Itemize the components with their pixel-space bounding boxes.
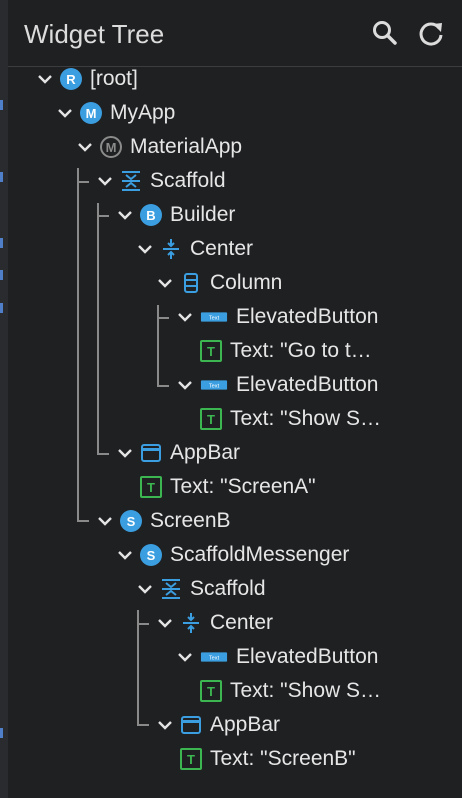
tree-guide-line — [77, 520, 89, 522]
widget-badge-icon: R — [60, 68, 82, 90]
center-icon — [180, 612, 202, 634]
chevron-down-icon[interactable] — [96, 172, 114, 190]
button-icon: Text — [200, 306, 228, 328]
text-widget-icon: T — [200, 340, 222, 362]
scaffold-icon — [160, 578, 182, 600]
chevron-down-icon[interactable] — [176, 648, 194, 666]
widget-badge-icon: S — [140, 544, 162, 566]
text-widget-icon: T — [200, 408, 222, 430]
tree-node-label: AppBar — [170, 441, 241, 464]
tree-guide-line — [77, 181, 89, 183]
tree-node-label: Builder — [170, 203, 236, 226]
tree-node-label: Text: "Show S… — [230, 679, 382, 702]
tree-node[interactable]: Text ElevatedButton — [176, 300, 378, 334]
tree-node-label: Scaffold — [150, 169, 226, 192]
tree-guide-line — [77, 168, 79, 520]
button-icon: Text — [200, 374, 228, 396]
chevron-down-icon[interactable] — [76, 138, 94, 156]
tree-node[interactable]: T Text: "Show S… — [200, 402, 381, 436]
text-widget-icon: T — [200, 680, 222, 702]
svg-text:Text: Text — [209, 383, 220, 389]
tree-guide-line — [97, 203, 99, 453]
tree-node[interactable]: Scaffold — [96, 164, 226, 198]
tree-node[interactable]: Center — [136, 232, 253, 266]
widget-badge-icon: B — [140, 204, 162, 226]
appbar-icon — [140, 442, 162, 464]
chevron-down-icon[interactable] — [56, 104, 74, 122]
chevron-down-icon[interactable] — [36, 70, 54, 88]
widget-badge-icon: M — [80, 102, 102, 124]
tree-node[interactable]: T Text: "ScreenB" — [180, 742, 356, 776]
appbar-icon — [180, 714, 202, 736]
tree-node-label: MyApp — [110, 101, 176, 124]
tree-node-label: Center — [210, 611, 274, 634]
scaffold-icon — [120, 170, 142, 192]
chevron-down-icon[interactable] — [96, 512, 114, 530]
chevron-down-icon[interactable] — [136, 240, 154, 258]
tree-node-label: Text: "Go to t… — [230, 339, 372, 362]
chevron-down-icon[interactable] — [116, 444, 134, 462]
tree-guide-line — [157, 317, 169, 319]
tree-guide-line — [137, 623, 149, 625]
text-widget-icon: T — [140, 476, 162, 498]
chevron-down-icon[interactable] — [176, 308, 194, 326]
tree-node[interactable]: R [root] — [36, 62, 138, 96]
tree-node-label: ElevatedButton — [236, 305, 379, 328]
tree-node[interactable]: AppBar — [156, 708, 280, 742]
chevron-down-icon[interactable] — [156, 274, 174, 292]
tree-node-label: Text: "ScreenB" — [210, 747, 356, 770]
tree-node-label: MaterialApp — [130, 135, 243, 158]
tree-node-label: Column — [210, 271, 283, 294]
chevron-down-icon[interactable] — [116, 546, 134, 564]
widget-badge-icon: M — [100, 136, 122, 158]
tree-guide-line — [97, 453, 109, 455]
tree-node[interactable]: Scaffold — [136, 572, 266, 606]
tree-node[interactable]: Text ElevatedButton — [176, 640, 378, 674]
tree-node[interactable]: AppBar — [116, 436, 240, 470]
widget-tree: R [root] M MyApp M MaterialApp Scaffold B Builde… — [0, 0, 462, 798]
tree-node[interactable]: Text ElevatedButton — [176, 368, 378, 402]
tree-node-label: Text: "Show S… — [230, 407, 382, 430]
button-icon: Text — [200, 646, 228, 668]
widget-badge-icon: S — [120, 510, 142, 532]
tree-guide-line — [137, 724, 149, 726]
column-icon — [180, 272, 202, 294]
text-widget-icon: T — [180, 748, 202, 770]
tree-node[interactable]: Column — [156, 266, 282, 300]
tree-node[interactable]: T Text: "Show S… — [200, 674, 381, 708]
tree-node-label: Text: "ScreenA" — [170, 475, 316, 498]
chevron-down-icon[interactable] — [176, 376, 194, 394]
chevron-down-icon[interactable] — [116, 206, 134, 224]
tree-node-label: Scaffold — [190, 577, 266, 600]
tree-guide-line — [137, 610, 139, 724]
tree-node[interactable]: Center — [156, 606, 273, 640]
tree-node[interactable]: B Builder — [116, 198, 235, 232]
svg-text:Text: Text — [209, 315, 220, 321]
tree-node-label: AppBar — [210, 713, 281, 736]
tree-node[interactable]: M MyApp — [56, 96, 175, 130]
tree-guide-line — [97, 215, 109, 217]
tree-node-label: [root] — [90, 67, 138, 90]
tree-node-label: ElevatedButton — [236, 373, 379, 396]
tree-node-label: ElevatedButton — [236, 645, 379, 668]
tree-node-label: Center — [190, 237, 254, 260]
tree-node[interactable]: S ScaffoldMessenger — [116, 538, 349, 572]
tree-node-label: ScreenB — [150, 509, 231, 532]
svg-text:Text: Text — [209, 655, 220, 661]
tree-node[interactable]: M MaterialApp — [76, 130, 242, 164]
chevron-down-icon[interactable] — [156, 716, 174, 734]
chevron-down-icon[interactable] — [136, 580, 154, 598]
tree-node-label: ScaffoldMessenger — [170, 543, 350, 566]
tree-node[interactable]: S ScreenB — [96, 504, 231, 538]
tree-guide-line — [157, 385, 169, 387]
tree-node[interactable]: T Text: "Go to t… — [200, 334, 372, 368]
chevron-down-icon[interactable] — [156, 614, 174, 632]
tree-node[interactable]: T Text: "ScreenA" — [140, 470, 316, 504]
center-icon — [160, 238, 182, 260]
